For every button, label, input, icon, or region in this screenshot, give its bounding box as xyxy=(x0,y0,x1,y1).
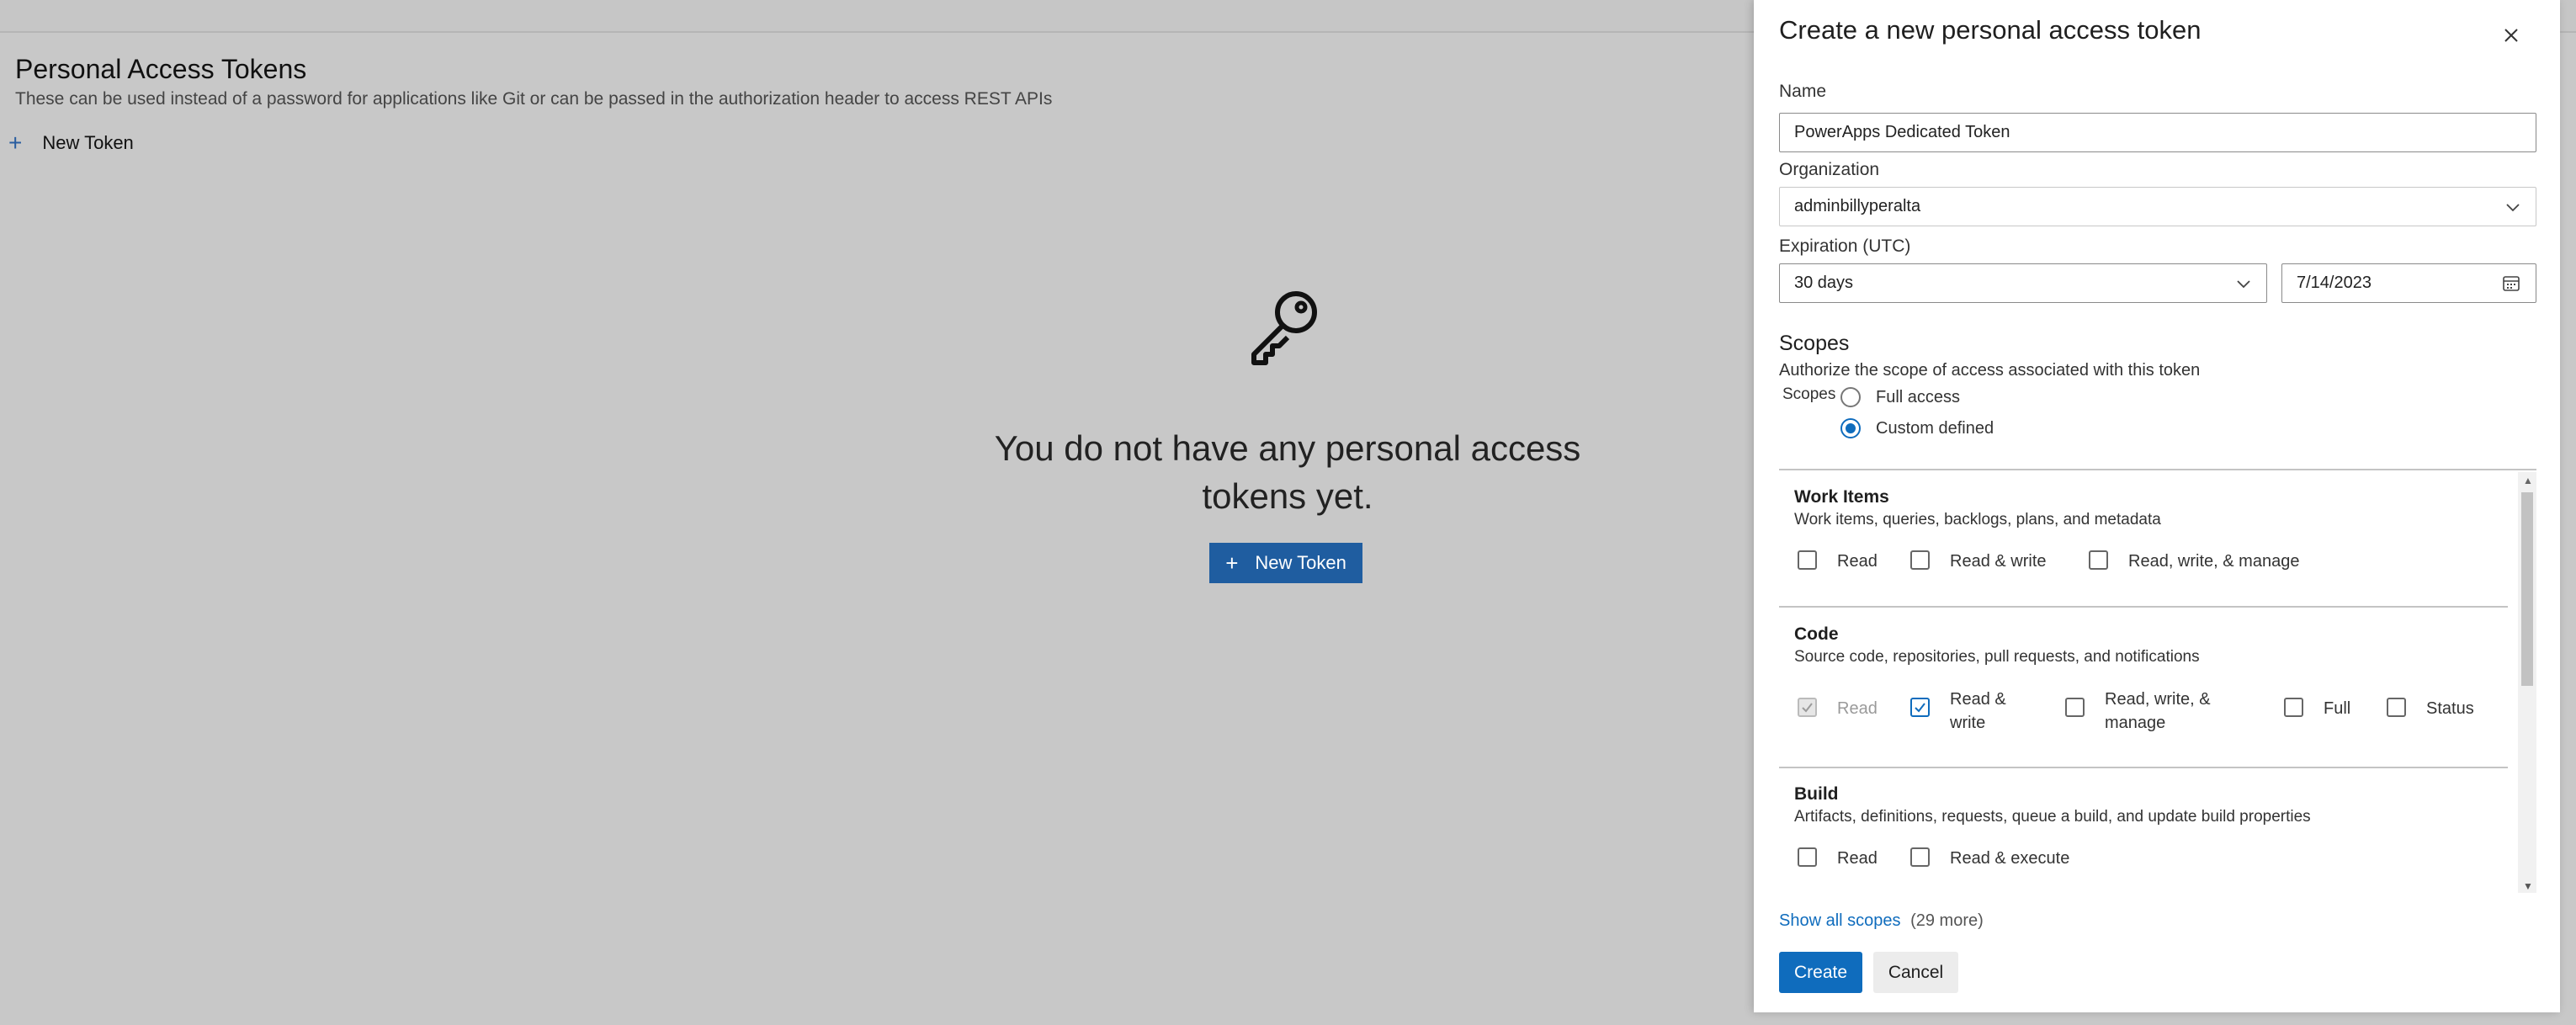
chevron-down-icon xyxy=(2506,204,2520,212)
scope-group-title: Work Items xyxy=(1794,487,1889,507)
organization-value: adminbillyperalta xyxy=(1794,197,1921,215)
radio-custom-defined-label: Custom defined xyxy=(1876,418,1994,438)
create-token-panel: Create a new personal access token Name … xyxy=(1754,0,2560,1012)
organization-label: Organization xyxy=(1779,160,1880,179)
checkbox-label: Read xyxy=(1837,849,1878,868)
scroll-down-icon[interactable]: ▼ xyxy=(2523,881,2533,891)
expiration-date-picker[interactable]: 7/14/2023 xyxy=(2281,263,2536,303)
checkbox-label: Read & write xyxy=(1950,552,2047,571)
empty-state-new-token-label: New Token xyxy=(1255,552,1346,573)
checkbox xyxy=(1910,550,1930,570)
checkbox-label: Read xyxy=(1837,699,1878,718)
radio-custom-defined[interactable]: Custom defined xyxy=(1840,418,1994,438)
checkbox-label-line-2: manage xyxy=(2105,714,2166,732)
name-field[interactable]: PowerApps Dedicated Token xyxy=(1779,113,2536,152)
expiration-label: Expiration (UTC) xyxy=(1779,236,1911,256)
name-label: Name xyxy=(1779,82,1827,101)
page-title: Personal Access Tokens xyxy=(15,54,307,84)
radio-button xyxy=(1840,387,1861,407)
checkbox-code-full[interactable]: Full xyxy=(2284,697,2350,720)
organization-dropdown[interactable]: adminbillyperalta xyxy=(1779,187,2536,226)
checkbox xyxy=(2387,698,2406,717)
scopes-radio-label: Scopes xyxy=(1782,385,1836,403)
checkbox-label-line-2: write xyxy=(1950,714,1986,732)
new-token-link-label: New Token xyxy=(42,132,134,153)
checkbox xyxy=(1798,550,1817,570)
scope-list[interactable]: Work Items Work items, queries, backlogs… xyxy=(1779,469,2536,893)
scopes-heading: Scopes xyxy=(1779,332,1850,355)
checkbox-build-read[interactable]: Read xyxy=(1798,847,1878,870)
divider xyxy=(1779,767,2508,768)
scope-group-description: Work items, queries, backlogs, plans, an… xyxy=(1794,511,2161,528)
more-scopes-count: (29 more) xyxy=(1910,911,1984,930)
scopes-description: Authorize the scope of access associated… xyxy=(1779,361,2201,380)
checkbox-code-read: Read xyxy=(1798,697,1878,720)
checkbox-label: Read, write, & manage xyxy=(2105,688,2211,735)
cancel-button[interactable]: Cancel xyxy=(1873,952,1958,993)
scroll-up-icon[interactable]: ▲ xyxy=(2523,475,2533,486)
checkbox-checked xyxy=(1910,698,1930,717)
show-all-scopes-link[interactable]: Show all scopes xyxy=(1779,911,1901,930)
radio-full-access-label: Full access xyxy=(1876,387,1961,406)
new-token-link[interactable]: + New Token xyxy=(8,131,134,155)
checkbox-label: Status xyxy=(2426,699,2474,718)
radio-button-selected xyxy=(1840,418,1861,438)
chevron-down-icon xyxy=(2237,280,2250,289)
panel-title: Create a new personal access token xyxy=(1779,15,2202,45)
checkbox-code-read-write-manage[interactable]: Read, write, & manage xyxy=(2065,688,2211,735)
scrollbar-thumb[interactable] xyxy=(2521,492,2533,686)
checkbox xyxy=(2089,550,2108,570)
close-button[interactable] xyxy=(2496,20,2526,50)
scope-list-scrollbar[interactable]: ▲ ▼ xyxy=(2518,472,2536,893)
expiration-date-value: 7/14/2023 xyxy=(2297,274,2372,292)
scope-group-description: Artifacts, definitions, requests, queue … xyxy=(1794,808,2311,826)
checkbox xyxy=(2065,698,2085,717)
checkbox xyxy=(1798,847,1817,867)
empty-state-new-token-button[interactable]: + New Token xyxy=(1209,543,1362,583)
checkbox-code-read-write[interactable]: Read & write xyxy=(1910,688,2006,735)
plus-icon: + xyxy=(8,130,23,156)
show-all-scopes: Show all scopes (29 more) xyxy=(1779,911,1984,931)
checkbox-label: Read & execute xyxy=(1950,849,2070,868)
checkbox-code-status[interactable]: Status xyxy=(2387,697,2474,720)
checkbox-work-items-read-write-manage[interactable]: Read, write, & manage xyxy=(2089,550,2299,573)
checkbox-work-items-read-write[interactable]: Read & write xyxy=(1910,550,2047,573)
checkbox-label: Read & write xyxy=(1950,688,2006,735)
divider xyxy=(1779,606,2508,608)
create-button[interactable]: Create xyxy=(1779,952,1862,993)
checkbox-label-line-1: Read, write, & xyxy=(2105,690,2211,709)
checkbox-label: Full xyxy=(2324,699,2351,718)
checkbox xyxy=(2284,698,2303,717)
checkbox-disabled-checked xyxy=(1798,698,1817,717)
checkbox-work-items-read[interactable]: Read xyxy=(1798,550,1878,573)
checkbox xyxy=(1910,847,1930,867)
checkbox-label: Read xyxy=(1837,552,1878,571)
radio-full-access[interactable]: Full access xyxy=(1840,387,1960,407)
checkbox-label-line-1: Read & xyxy=(1950,690,2006,709)
key-icon xyxy=(1251,291,1317,365)
expiration-dropdown[interactable]: 30 days xyxy=(1779,263,2267,303)
scope-group-title: Build xyxy=(1794,784,1839,804)
page-subtitle: These can be used instead of a password … xyxy=(15,89,1053,109)
calendar-icon xyxy=(2503,276,2520,291)
checkbox-label: Read, write, & manage xyxy=(2128,552,2300,571)
checkbox-build-read-execute[interactable]: Read & execute xyxy=(1910,847,2069,870)
empty-state-message: You do not have any personal access toke… xyxy=(994,428,1581,516)
name-field-value: PowerApps Dedicated Token xyxy=(1794,123,2010,141)
scope-group-description: Source code, repositories, pull requests… xyxy=(1794,648,2200,666)
scope-group-title: Code xyxy=(1794,624,1839,644)
expiration-value: 30 days xyxy=(1794,274,1854,292)
close-icon xyxy=(2504,29,2518,42)
plus-icon: + xyxy=(1225,550,1239,576)
